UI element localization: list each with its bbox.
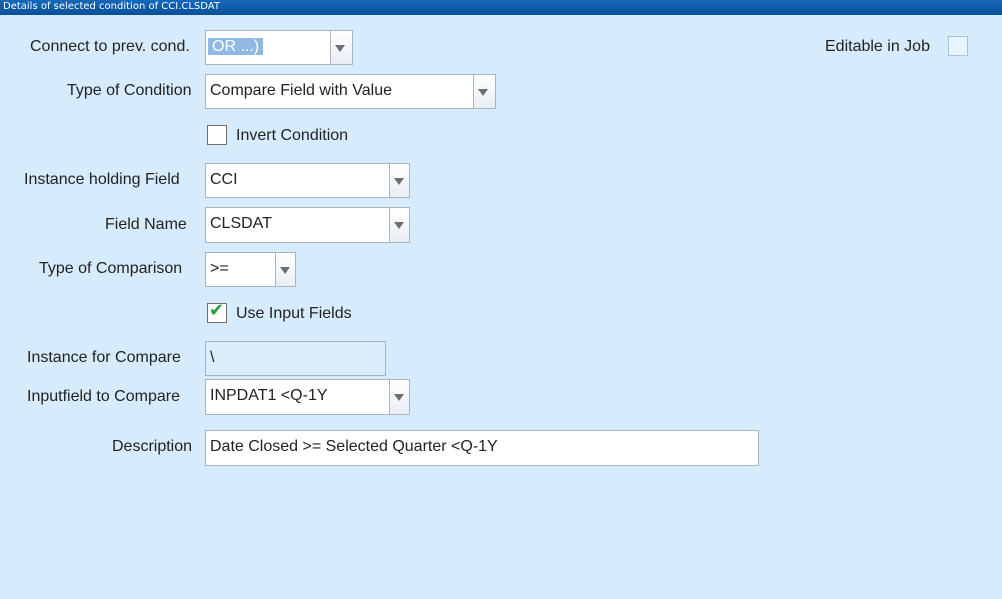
inputfield-dropdown[interactable]: INPDAT1 <Q-1Y: [205, 379, 410, 415]
type-condition-dropdown[interactable]: Compare Field with Value: [205, 74, 496, 109]
use-input-checkbox[interactable]: ✔: [207, 300, 227, 323]
chevron-down-icon[interactable]: [389, 208, 409, 242]
invert-label: Invert Condition: [236, 127, 349, 144]
invert-checkbox[interactable]: [207, 125, 227, 145]
editable-checkbox[interactable]: [948, 36, 968, 56]
field-name-label: Field Name: [105, 216, 187, 233]
instance-field-value: CCI: [210, 171, 238, 188]
window-title: Details of selected condition of CCI.CLS…: [0, 0, 1002, 15]
use-input-label: Use Input Fields: [236, 305, 352, 322]
instance-field-dropdown[interactable]: CCI: [205, 163, 410, 198]
editable-label: Editable in Job: [825, 38, 930, 55]
field-name-value: CLSDAT: [210, 215, 272, 232]
field-name-dropdown[interactable]: CLSDAT: [205, 207, 410, 243]
comparison-value: >=: [210, 260, 229, 277]
inputfield-label: Inputfield to Compare: [27, 388, 180, 405]
instance-compare-input[interactable]: \: [205, 341, 386, 376]
inputfield-value: INPDAT1 <Q-1Y: [210, 387, 328, 404]
description-value: Date Closed >= Selected Quarter <Q-1Y: [210, 438, 498, 455]
chevron-down-icon[interactable]: [389, 164, 409, 197]
description-label: Description: [112, 438, 193, 455]
chevron-down-icon[interactable]: [275, 253, 295, 286]
chevron-down-icon[interactable]: [389, 380, 409, 414]
chevron-down-icon[interactable]: [473, 75, 495, 108]
comparison-label: Type of Comparison: [39, 260, 183, 277]
description-input[interactable]: Date Closed >= Selected Quarter <Q-1Y: [205, 430, 759, 466]
comparison-dropdown[interactable]: >=: [205, 252, 296, 287]
instance-field-label: Instance holding Field: [24, 171, 180, 188]
instance-compare-label: Instance for Compare: [27, 349, 181, 366]
instance-compare-value: \: [210, 349, 215, 366]
type-condition-value: Compare Field with Value: [210, 82, 393, 99]
connect-label: Connect to prev. cond.: [30, 38, 190, 55]
connect-dropdown[interactable]: OR ...): [205, 30, 353, 65]
checkmark-icon: ✔: [209, 300, 225, 321]
connect-value: OR ...): [208, 38, 264, 55]
chevron-down-icon[interactable]: [330, 31, 352, 64]
type-condition-label: Type of Condition: [67, 82, 192, 99]
